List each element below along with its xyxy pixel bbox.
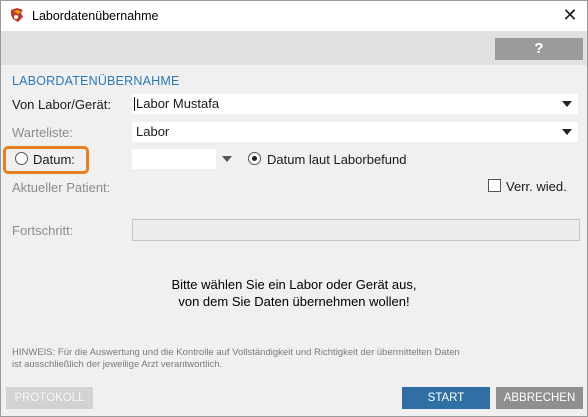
chevron-down-icon bbox=[562, 101, 572, 107]
aktueller-patient-label: Aktueller Patient: bbox=[12, 180, 111, 195]
help-button[interactable]: ? bbox=[495, 38, 583, 60]
verr-wied-checkbox[interactable] bbox=[488, 179, 501, 192]
app-logo-icon bbox=[11, 8, 23, 22]
hint-line-2: ist ausschließlich der jeweilige Arzt ve… bbox=[12, 359, 223, 370]
verr-wied-label: Verr. wied. bbox=[506, 179, 567, 194]
cancel-button[interactable]: ABBRECHEN bbox=[496, 387, 583, 409]
instruction-line-2: von dem Sie Daten übernehmen wollen! bbox=[178, 294, 410, 309]
datum-laut-befund-radio[interactable] bbox=[248, 152, 261, 165]
progress-bar bbox=[132, 219, 580, 241]
section-title: LABORDATENÜBERNAHME bbox=[12, 74, 180, 88]
datum-input[interactable] bbox=[132, 149, 216, 169]
title-bar: Labordatenübernahme ✕ bbox=[1, 1, 587, 31]
datum-laut-befund-label: Datum laut Laborbefund bbox=[267, 152, 407, 167]
von-labor-value: Labor Mustafa bbox=[136, 96, 220, 111]
warteliste-label: Warteliste: bbox=[12, 125, 73, 140]
instruction-line-1: Bitte wählen Sie ein Labor oder Gerät au… bbox=[171, 277, 417, 292]
close-icon[interactable]: ✕ bbox=[561, 6, 579, 24]
datum-radio[interactable] bbox=[15, 152, 28, 165]
window-title: Labordatenübernahme bbox=[32, 9, 159, 23]
text-cursor bbox=[134, 97, 135, 111]
von-labor-select[interactable]: Labor Mustafa bbox=[132, 94, 578, 114]
von-labor-label: Von Labor/Gerät: bbox=[12, 97, 112, 112]
chevron-down-icon[interactable] bbox=[222, 156, 232, 162]
toolbar: ? bbox=[1, 31, 587, 65]
datum-label: Datum: bbox=[33, 152, 75, 167]
hint-line-1: HINWEIS: Für die Auswertung und die Kont… bbox=[12, 347, 460, 358]
start-button[interactable]: START bbox=[402, 387, 490, 409]
protokoll-button[interactable]: PROTOKOLL bbox=[6, 387, 93, 409]
disclaimer-hint: HINWEIS: Für die Auswertung und die Kont… bbox=[12, 347, 572, 371]
warteliste-value: Labor bbox=[136, 124, 170, 139]
warteliste-select[interactable]: Labor bbox=[132, 122, 578, 142]
chevron-down-icon bbox=[562, 129, 572, 135]
dialog-window: Labordatenübernahme ✕ ? LABORDATENÜBERNA… bbox=[0, 0, 588, 417]
fortschritt-label: Fortschritt: bbox=[12, 223, 74, 238]
